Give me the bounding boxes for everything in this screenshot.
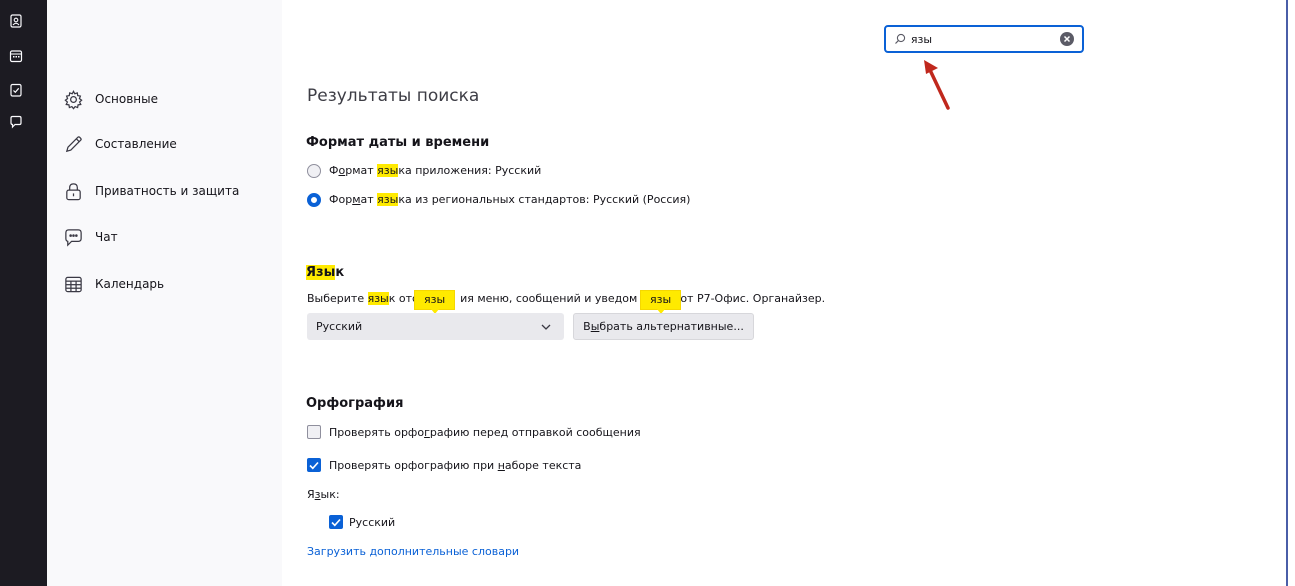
category-label: Составление: [95, 137, 177, 151]
regional-locale-radio[interactable]: [307, 193, 321, 207]
language-description: Выберите язык отс ия меню, сообщений и ув…: [307, 292, 826, 305]
category-calendar[interactable]: Календарь: [62, 272, 164, 296]
search-field[interactable]: [884, 25, 1084, 53]
app-locale-radio[interactable]: [307, 164, 321, 178]
category-privacy[interactable]: Приватность и защита: [62, 179, 239, 203]
search-icon: [894, 33, 908, 45]
chevron-down-icon: [541, 324, 551, 330]
address-book-icon[interactable]: [8, 13, 24, 29]
spaces-toolbar: [0, 0, 47, 586]
category-label: Чат: [95, 230, 118, 244]
language-heading: Язык: [306, 265, 345, 280]
search-input[interactable]: [907, 32, 1061, 46]
chat-icon: [62, 226, 84, 248]
dictionary-language-label: Язык:: [307, 488, 340, 501]
calendar-icon[interactable]: [8, 48, 24, 64]
dictionary-russian-checkbox[interactable]: [329, 515, 343, 529]
app-locale-label[interactable]: Формат языка приложения: Русский: [329, 164, 541, 177]
calendar-icon: [62, 273, 84, 295]
search-results-title: Результаты поиска: [307, 86, 480, 106]
spelling-heading: Орфография: [306, 396, 404, 411]
search-tooltip: язы: [640, 290, 682, 314]
category-label: Основные: [95, 92, 159, 106]
search-tooltip: язы: [414, 290, 456, 314]
window-edge: [1286, 0, 1295, 586]
choose-alternative-languages-button[interactable]: Вы брать альтернативные...: [573, 313, 754, 340]
clear-search-icon[interactable]: [1060, 32, 1074, 46]
lock-icon: [62, 180, 84, 202]
spellcheck-before-send-label[interactable]: Проверять орфографию перед отправкой соо…: [329, 426, 641, 439]
annotation-arrow-icon: [924, 60, 950, 110]
category-label: Календарь: [95, 277, 165, 291]
category-general[interactable]: Основные: [62, 87, 158, 111]
dictionary-russian-label[interactable]: Русский: [349, 516, 395, 529]
datetime-heading: Формат даты и времени: [306, 135, 490, 150]
download-dictionaries-link[interactable]: Загрузить дополнительные словари: [307, 545, 519, 558]
spellcheck-before-send-checkbox[interactable]: [307, 425, 321, 439]
chat-icon[interactable]: [8, 114, 24, 130]
spellcheck-as-you-type-label[interactable]: Проверять орфографию при наборе текста: [329, 459, 581, 472]
language-select[interactable]: Русский: [307, 313, 564, 340]
category-label: Приватность и защита: [95, 184, 240, 198]
checkmark-icon: [309, 461, 319, 469]
gear-icon: [62, 88, 84, 110]
category-compose[interactable]: Составление: [62, 132, 177, 156]
checkmark-icon: [331, 518, 341, 526]
pencil-icon: [62, 133, 84, 155]
spellcheck-as-you-type-checkbox[interactable]: [307, 458, 321, 472]
tasks-icon[interactable]: [8, 82, 24, 98]
regional-locale-label[interactable]: Формат языка из региональных стандартов:…: [329, 193, 690, 206]
category-chat[interactable]: Чат: [62, 225, 118, 249]
